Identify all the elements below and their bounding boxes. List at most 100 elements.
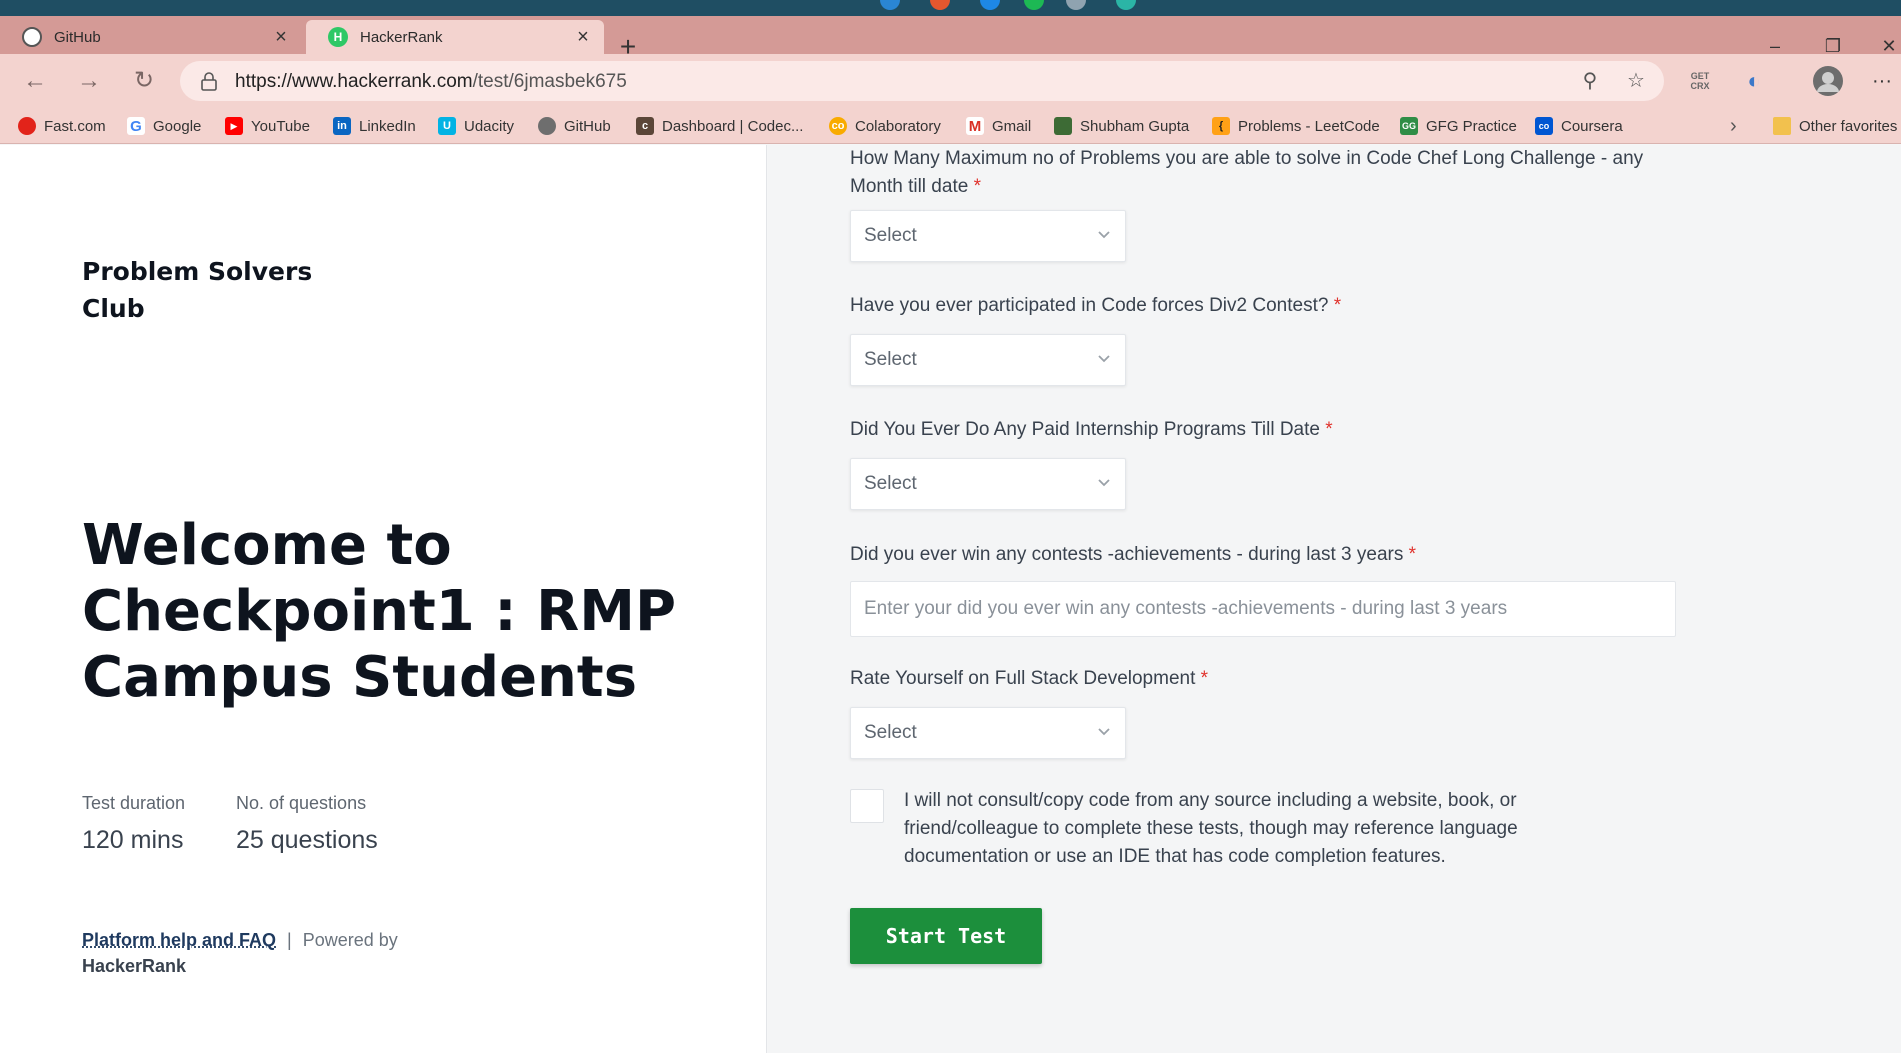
profile-icon [1054, 117, 1072, 135]
bookmark-github[interactable]: GitHub [538, 108, 611, 144]
bookmark-coursera[interactable]: co Coursera [1535, 108, 1623, 144]
bookmark-label: Fast.com [44, 117, 106, 135]
tab-title: HackerRank [360, 28, 443, 46]
windows-taskbar [0, 0, 1901, 16]
chevron-down-icon [1098, 479, 1110, 487]
duration-value: 120 mins [82, 826, 184, 854]
app-taskbar-icon[interactable] [930, 0, 950, 10]
contest-achievements-field[interactable] [850, 581, 1676, 637]
question-text: Did You Ever Do Any Paid Internship Prog… [850, 419, 1320, 440]
duration-label: Test duration [82, 793, 186, 813]
bookmark-label: Problems - LeetCode [1238, 117, 1380, 135]
vscode-taskbar-icon[interactable] [980, 0, 1000, 10]
question-text: Have you ever participated in Code force… [850, 295, 1329, 316]
bookmark-label: Coursera [1561, 117, 1623, 135]
bookmark-udacity[interactable]: U Udacity [438, 108, 514, 144]
required-marker: * [1408, 544, 1417, 565]
club-name: Problem Solvers Club [82, 257, 313, 323]
bookmark-leetcode[interactable]: { Problems - LeetCode [1212, 108, 1380, 144]
get-crx-icon[interactable]: GET CRX [1684, 65, 1716, 97]
question-label: Rate Yourself on Full Stack Development … [850, 665, 1208, 693]
folder-icon [1773, 117, 1791, 135]
forward-button[interactable]: → [72, 64, 106, 98]
zoom-key-icon[interactable]: ⚲ [1578, 69, 1602, 93]
bookmark-label: LinkedIn [359, 117, 416, 135]
leetcode-icon: { [1212, 117, 1230, 135]
google-icon: G [127, 117, 145, 135]
test-info-panel: Problem Solvers Club Welcome to Checkpoi… [0, 145, 767, 1053]
select-value: Select [864, 349, 917, 370]
bookmark-youtube[interactable]: ▶ YouTube [225, 108, 310, 144]
contest-achievements-input[interactable] [851, 582, 1675, 636]
agreement-text: I will not consult/copy code from any so… [904, 790, 1518, 867]
app-taskbar-icon[interactable] [1116, 0, 1136, 10]
url-host: https://www.hackerrank.com [235, 71, 473, 92]
required-marker: * [1325, 419, 1333, 440]
chevron-down-icon [1098, 355, 1110, 363]
close-icon[interactable]: × [270, 26, 292, 48]
youtube-icon: ▶ [225, 117, 243, 135]
close-icon[interactable]: × [572, 26, 594, 48]
paid-internship-select[interactable]: Select [850, 458, 1126, 510]
codeforces-div2-select[interactable]: Select [850, 334, 1126, 386]
bookmark-shubham-gupta[interactable]: Shubham Gupta [1054, 108, 1189, 144]
colab-icon: co [829, 117, 847, 135]
start-test-button[interactable]: Start Test [850, 908, 1042, 964]
required-marker: * [1333, 295, 1342, 316]
extension-icon[interactable]: ◐ [1738, 65, 1770, 97]
edge-taskbar-icon[interactable] [880, 0, 900, 10]
codechef-icon: c [636, 117, 654, 135]
bookmark-linkedin[interactable]: in LinkedIn [333, 108, 416, 144]
bookmark-colab[interactable]: co Colaboratory [829, 108, 941, 144]
bookmark-label: GFG Practice [1426, 117, 1517, 135]
bookmark-label: Colaboratory [855, 117, 941, 135]
bookmark-label: Other favorites [1799, 117, 1898, 135]
question-text: Rate Yourself on Full Stack Development [850, 668, 1196, 689]
favorites-bar: Fast.com G Google ▶ YouTube in LinkedIn U Ud… [0, 108, 1901, 144]
question-text: Did you ever win any contests -achieveme… [850, 544, 1404, 565]
back-button[interactable]: ← [18, 64, 52, 98]
select-value: Select [864, 473, 917, 494]
bookmark-codechef[interactable]: c Dashboard | Codec... [636, 108, 803, 144]
bookmark-google[interactable]: G Google [127, 108, 201, 144]
github-icon [22, 27, 42, 47]
address-bar[interactable]: https://www.hackerrank.com/test/6jmasbek… [180, 61, 1664, 101]
bookmark-gmail[interactable]: M Gmail [966, 108, 1031, 144]
bookmark-label: Dashboard | Codec... [662, 117, 804, 135]
bookmark-label: Shubham Gupta [1080, 117, 1190, 135]
bookmark-label: Udacity [464, 117, 515, 135]
select-value: Select [864, 722, 917, 743]
more-menu-icon[interactable]: ··· [1866, 65, 1898, 97]
bookmark-other-favorites[interactable]: Other favorites [1773, 108, 1897, 144]
bookmark-label: GitHub [564, 117, 611, 135]
bookmark-label: Google [153, 117, 202, 135]
required-marker: * [973, 176, 981, 197]
questions-label: No. of questions [236, 793, 367, 813]
url-text[interactable]: https://www.hackerrank.com/test/6jmasbek… [235, 71, 627, 93]
favorites-overflow-chevron-icon[interactable]: › [1730, 108, 1737, 144]
gfg-icon: GG [1400, 117, 1418, 135]
tab-hackerrank[interactable]: H HackerRank × [306, 20, 604, 54]
page-footer: Platform help and FAQ | Powered by Hacke… [82, 927, 502, 979]
udacity-icon: U [438, 117, 456, 135]
bookmark-fastcom[interactable]: Fast.com [18, 108, 106, 144]
fastcom-icon [18, 117, 36, 135]
app-taskbar-icon[interactable] [1066, 0, 1086, 10]
favorite-star-icon[interactable]: ☆ [1624, 69, 1648, 93]
tab-github[interactable]: GitHub × [0, 20, 302, 54]
bookmark-gfg[interactable]: GG GFG Practice [1400, 108, 1517, 144]
select-value: Select [864, 225, 917, 246]
footer-separator: | [287, 930, 292, 950]
codechef-problems-select[interactable]: Select [850, 210, 1126, 262]
question-text: How Many Maximum no of Problems you are … [850, 148, 1644, 197]
help-faq-link[interactable]: Platform help and FAQ [82, 930, 276, 950]
hackerrank-brand: HackerRank [82, 956, 187, 976]
chevron-down-icon [1098, 728, 1110, 736]
page-title: Welcome to Checkpoint1 : RMP Campus Stud… [82, 513, 677, 710]
spotify-taskbar-icon[interactable] [1024, 0, 1044, 10]
full-stack-rating-select[interactable]: Select [850, 707, 1126, 759]
profile-avatar-icon[interactable] [1812, 65, 1844, 97]
agreement-checkbox[interactable] [850, 789, 884, 823]
question-label: Did you ever win any contests -achieveme… [850, 541, 1416, 569]
refresh-button[interactable]: ↻ [127, 64, 161, 98]
